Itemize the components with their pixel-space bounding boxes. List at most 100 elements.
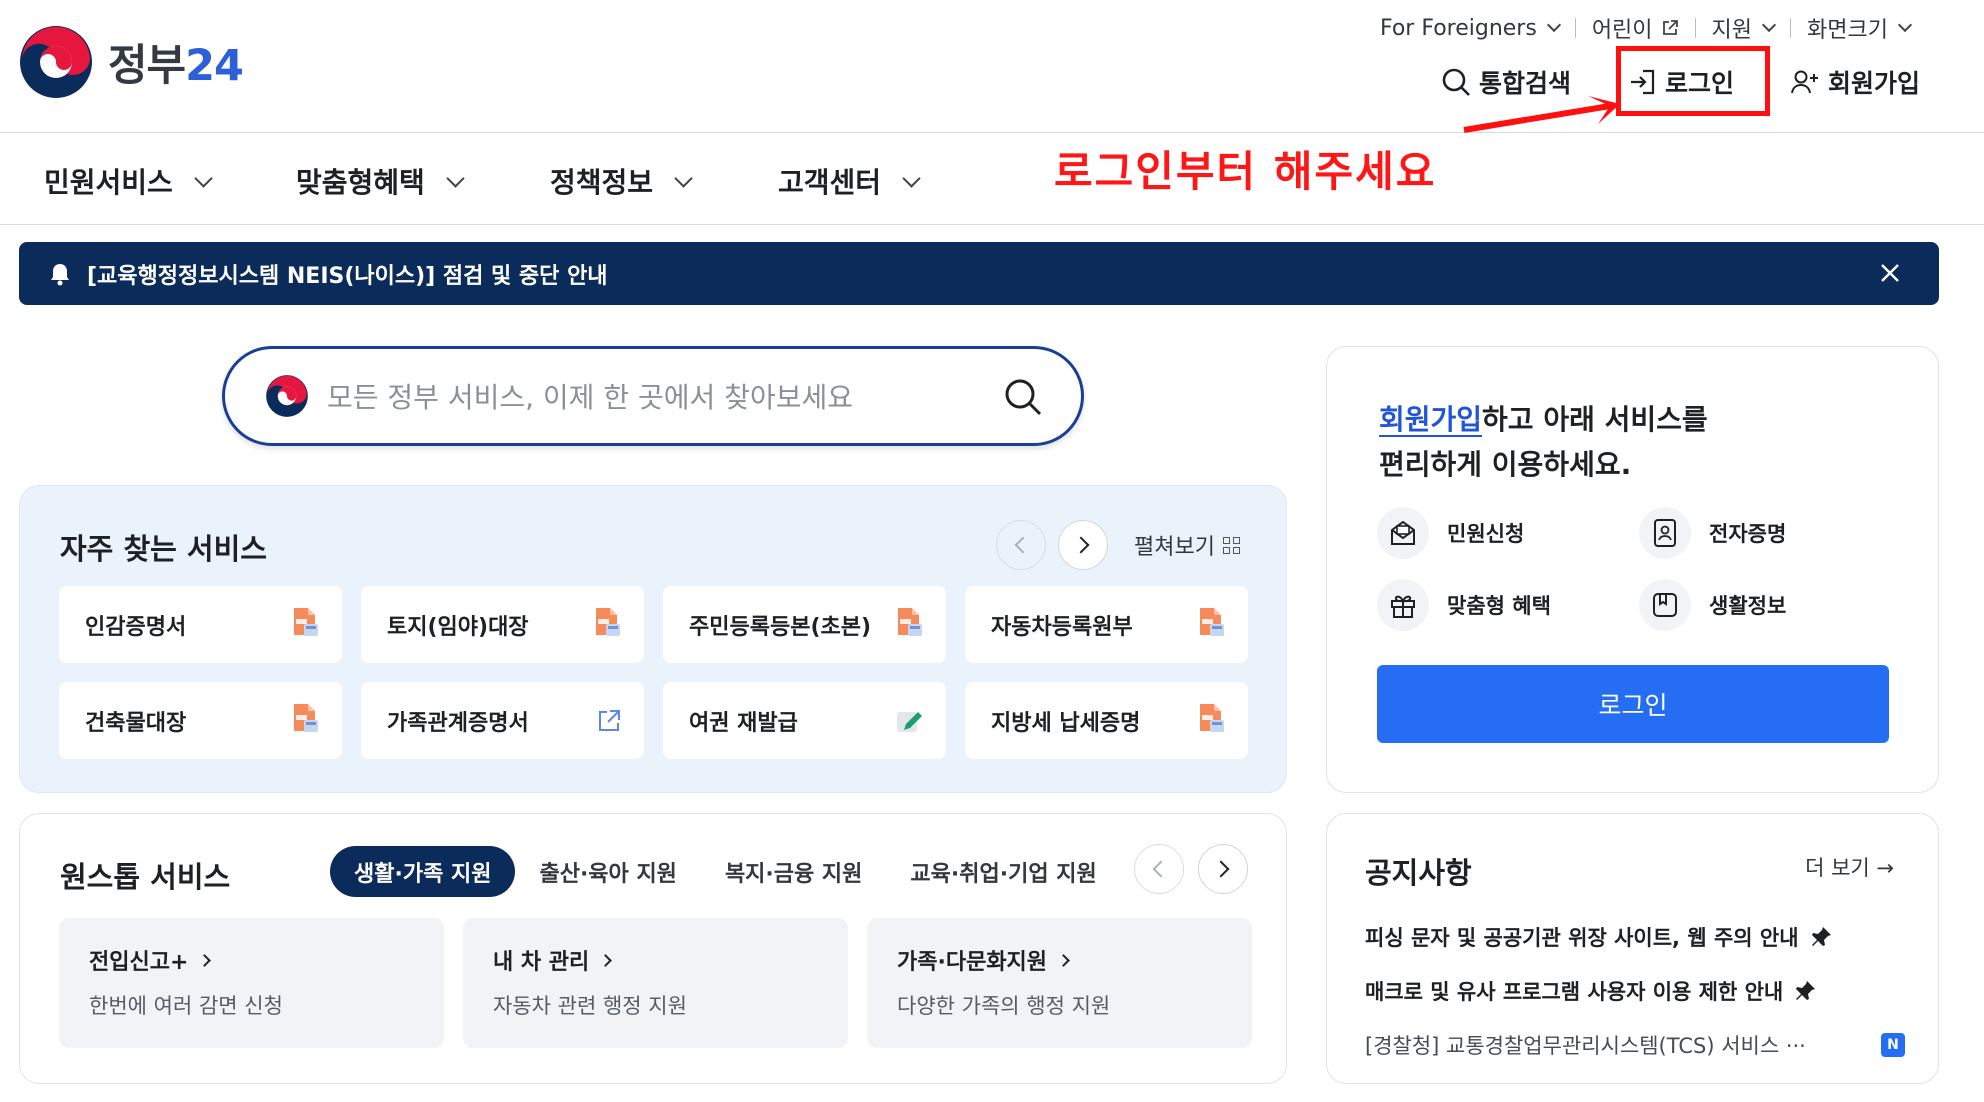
frequent-services-panel: 자주 찾는 서비스 펼쳐보기 인감증명서 토지(임야)대장 주민등록등본(초본)…	[19, 485, 1287, 793]
benefit-life-info: 생활정보	[1639, 579, 1839, 631]
section-title: 원스톱 서비스	[60, 860, 231, 894]
chevron-right-icon	[1212, 860, 1230, 878]
pdf-doc-icon	[592, 606, 622, 644]
nav-policy-info[interactable]: 정책정보	[550, 161, 693, 201]
screen-size-menu[interactable]: 화면크기	[1791, 12, 1926, 44]
external-link-icon	[599, 709, 620, 731]
service-tile[interactable]: 지방세 납세증명	[965, 682, 1248, 759]
chevron-right-icon	[1057, 953, 1070, 967]
expand-all-button[interactable]: 펼쳐보기	[1134, 529, 1240, 561]
pin-icon	[1811, 927, 1831, 946]
chevron-down-icon	[1761, 17, 1777, 33]
pin-icon	[1796, 981, 1816, 1000]
onestop-card[interactable]: 가족·다문화지원 다양한 가족의 행정 지원	[867, 918, 1252, 1048]
chevron-down-icon	[194, 168, 213, 188]
tab-education-jobs[interactable]: 교육·취업·기업 지원	[886, 846, 1120, 897]
service-tile[interactable]: 여권 재발급	[663, 682, 946, 759]
benefit-digital-certificate: 전자증명	[1639, 507, 1839, 559]
gift-icon	[1391, 595, 1415, 618]
add-user-icon	[1790, 70, 1818, 94]
notices-panel: 공지사항 더 보기 → 피싱 문자 및 공공기관 위장 사이트, 웹 주의 안내…	[1326, 813, 1939, 1084]
prev-button[interactable]	[996, 520, 1047, 570]
pdf-doc-icon	[290, 606, 320, 644]
service-tile[interactable]: 토지(임야)대장	[361, 586, 644, 663]
nav-customer-center[interactable]: 고객센터	[778, 161, 921, 201]
bell-icon	[51, 263, 69, 285]
grid-icon	[1223, 536, 1240, 554]
chevron-down-icon	[446, 168, 465, 188]
section-title: 자주 찾는 서비스	[60, 532, 267, 566]
prev-button[interactable]	[1134, 844, 1184, 894]
login-promo-heading: 회원가입하고 아래 서비스를 편리하게 이용하세요.	[1379, 403, 1708, 481]
section-title: 공지사항	[1365, 856, 1472, 890]
next-button[interactable]	[1058, 520, 1109, 570]
carousel-controls	[1134, 844, 1248, 894]
tab-birth-childcare[interactable]: 출산·육아 지원	[515, 846, 700, 897]
next-button[interactable]	[1198, 844, 1248, 894]
nav-custom-benefits[interactable]: 맞춤형혜택	[296, 161, 465, 201]
annotation-highlight-box	[1616, 46, 1770, 116]
logo-wordmark: 정부24	[108, 41, 244, 91]
alert-banner-text: [교육행정정보시스템 NEIS(나이스)] 점검 및 중단 안내	[87, 263, 608, 289]
chevron-down-icon	[902, 168, 921, 188]
gov24-logo[interactable]: 정부24	[18, 24, 244, 100]
service-tiles: 인감증명서 토지(임야)대장 주민등록등본(초본) 자동차등록원부 건축물대장 …	[59, 586, 1248, 759]
notice-item[interactable]: 피싱 문자 및 공공기관 위장 사이트, 웹 주의 안내	[1365, 910, 1905, 964]
nav-civil-services[interactable]: 민원서비스	[44, 161, 213, 201]
chevron-left-icon	[1014, 536, 1032, 554]
carousel-controls: 펼쳐보기	[996, 520, 1240, 570]
chevron-down-icon	[674, 168, 693, 188]
notice-item[interactable]: 매크로 및 유사 프로그램 사용자 이용 제한 안내	[1365, 964, 1905, 1018]
external-link-icon	[1662, 20, 1678, 35]
search-icon[interactable]	[1003, 377, 1043, 417]
service-tile[interactable]: 건축물대장	[59, 682, 342, 759]
notice-list: 피싱 문자 및 공공기관 위장 사이트, 웹 주의 안내 매크로 및 유사 프로…	[1365, 910, 1905, 1072]
chevron-right-icon	[198, 953, 212, 967]
chevron-left-icon	[1152, 860, 1170, 878]
benefit-custom-benefits: 맞춤형 혜택	[1377, 579, 1639, 631]
login-button[interactable]: 로그인	[1377, 665, 1889, 743]
bookmark-icon	[1653, 593, 1677, 617]
chevron-right-icon	[1072, 536, 1090, 554]
mail-document-icon	[1391, 520, 1415, 545]
header-signup-button[interactable]: 회원가입	[1790, 64, 1920, 100]
close-icon[interactable]	[1879, 262, 1901, 284]
chevron-right-icon	[599, 953, 613, 967]
tab-life-family[interactable]: 생활·가족 지원	[330, 846, 516, 897]
support-menu[interactable]: 지원	[1696, 12, 1790, 44]
chevron-down-icon	[1546, 17, 1561, 33]
search-input[interactable]: 모든 정부 서비스, 이제 한 곳에서 찾아보세요	[327, 376, 853, 416]
for-foreigners-menu[interactable]: For Foreigners	[1364, 16, 1575, 41]
service-benefits-grid: 민원신청 전자증명 맞춤형 혜택 생활정보	[1377, 507, 1839, 631]
taegeuk-emblem-icon	[20, 26, 92, 98]
main-nav: 민원서비스 맞춤형혜택 정책정보 고객센터	[0, 133, 1984, 225]
onestop-services-panel: 원스톱 서비스 생활·가족 지원 출산·육아 지원 복지·금융 지원 교육·취업…	[19, 813, 1287, 1084]
alert-banner[interactable]: [교육행정정보시스템 NEIS(나이스)] 점검 및 중단 안내	[19, 242, 1939, 305]
kids-link[interactable]: 어린이	[1576, 12, 1695, 44]
edit-icon	[897, 711, 922, 732]
service-tile[interactable]: 자동차등록원부	[965, 586, 1248, 663]
login-promo-card: 회원가입하고 아래 서비스를 편리하게 이용하세요. 민원신청 전자증명 맞춤형…	[1326, 346, 1939, 793]
onestop-card[interactable]: 전입신고+ 한번에 여러 감면 신청	[59, 918, 444, 1048]
service-tile[interactable]: 인감증명서	[59, 586, 342, 663]
pdf-doc-icon	[894, 606, 924, 644]
onestop-tabs: 생활·가족 지원 출산·육아 지원 복지·금융 지원 교육·취업·기업 지원	[330, 846, 1121, 897]
id-card-icon	[1654, 519, 1676, 547]
notice-item[interactable]: [경찰청] 교통경찰업무관리시스템(TCS) 서비스 ··· N	[1365, 1018, 1905, 1072]
annotation-arrow	[1463, 96, 1620, 133]
chevron-down-icon	[1897, 17, 1913, 33]
service-tile[interactable]: 주민등록등본(초본)	[663, 586, 946, 663]
signup-link[interactable]: 회원가입	[1379, 403, 1482, 436]
pdf-doc-icon	[1196, 606, 1226, 644]
main-search-bar[interactable]: 모든 정부 서비스, 이제 한 곳에서 찾아보세요	[222, 346, 1084, 446]
tab-welfare-finance[interactable]: 복지·금융 지원	[701, 846, 886, 897]
utility-nav: For Foreigners 어린이 지원 화면크기	[1364, 12, 1926, 44]
service-tile[interactable]: 가족관계증명서	[361, 682, 644, 759]
new-badge: N	[1881, 1033, 1905, 1057]
onestop-card[interactable]: 내 차 관리 자동차 관련 행정 지원	[463, 918, 848, 1048]
benefit-civil-application: 민원신청	[1377, 507, 1639, 559]
pdf-doc-icon	[1196, 702, 1226, 740]
onestop-cards: 전입신고+ 한번에 여러 감면 신청 내 차 관리 자동차 관련 행정 지원 가…	[59, 918, 1252, 1048]
more-link[interactable]: 더 보기 →	[1805, 852, 1894, 882]
pdf-doc-icon	[290, 702, 320, 740]
